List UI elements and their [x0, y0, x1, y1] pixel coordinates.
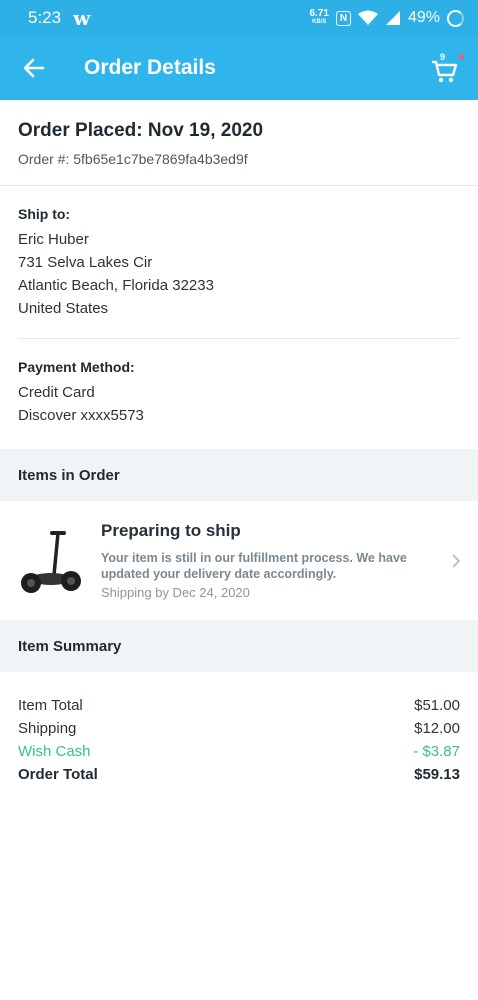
- cart-notification-dot: [459, 54, 464, 59]
- payment-type: Credit Card: [18, 384, 95, 401]
- battery-icon: [447, 9, 464, 27]
- order-item[interactable]: Preparing to ship Your item is still in …: [0, 501, 478, 620]
- order-total-label: Order Total: [18, 766, 98, 783]
- nfc-icon: N: [335, 10, 351, 26]
- summary-wish-cash: Wish Cash - $3.87: [18, 740, 460, 763]
- item-description: Your item is still in our fulfillment pr…: [101, 551, 407, 581]
- item-summary: Item Total $51.00 Shipping $12.00 Wish C…: [0, 672, 478, 786]
- back-button[interactable]: [14, 48, 54, 88]
- shipping-label: Shipping: [18, 720, 77, 737]
- item-status: Preparing to ship: [101, 521, 241, 540]
- ship-to-street: 731 Selva Lakes Cir: [18, 254, 153, 271]
- app-bar: Order Details 9: [0, 36, 478, 100]
- network-speed-unit: KB/S: [312, 19, 327, 25]
- summary-order-total: Order Total $59.13: [18, 763, 460, 786]
- order-placed-date: Order Placed: Nov 19, 2020: [18, 120, 264, 141]
- item-shipping-date: Shipping by Dec 24, 2020: [101, 585, 250, 600]
- item-total-value: $51.00: [414, 697, 460, 714]
- items-in-order-header: Items in Order: [0, 449, 478, 501]
- arrow-left-icon: [23, 58, 45, 78]
- status-icons: 6.71 KB/S N 49%: [310, 9, 464, 27]
- payment-card: Discover xxxx5573: [18, 407, 144, 424]
- wifi-icon: [357, 10, 378, 25]
- payment-method-label: Payment Method:: [18, 359, 135, 375]
- network-speed-value: 6.71: [309, 8, 329, 19]
- network-speed: 6.71 KB/S: [310, 9, 329, 27]
- page-title: Order Details: [84, 56, 216, 79]
- order-number: Order #: 5fb65e1c7be7869fa4b3ed9f: [18, 151, 248, 167]
- item-info: Preparing to ship Your item is still in …: [101, 521, 460, 600]
- signal-icon: [385, 11, 400, 25]
- wish-cash-value: - $3.87: [413, 743, 460, 760]
- product-image: [21, 531, 81, 593]
- summary-shipping: Shipping $12.00: [18, 717, 460, 740]
- cart-button[interactable]: 9: [430, 50, 466, 86]
- cart-count-badge: 9: [440, 52, 446, 62]
- order-header: Order Placed: Nov 19, 2020 Order #: 5fb6…: [0, 100, 478, 186]
- ship-to-label: Ship to:: [18, 206, 71, 222]
- ship-to-name: Eric Huber: [18, 231, 89, 248]
- battery-percent: 49%: [407, 9, 440, 26]
- order-total-value: $59.13: [414, 766, 460, 783]
- payment-section: Payment Method: Credit Card Discover xxx…: [0, 339, 478, 427]
- ship-to-country: United States: [18, 300, 109, 317]
- wish-cash-label: Wish Cash: [18, 743, 91, 760]
- item-total-label: Item Total: [18, 697, 83, 714]
- wish-notification-icon: w: [73, 6, 91, 30]
- summary-item-total: Item Total $51.00: [18, 694, 460, 717]
- status-time: 5:23: [28, 8, 62, 27]
- ship-to-city: Atlantic Beach, Florida 32233: [18, 277, 214, 294]
- shipping-value: $12.00: [414, 720, 460, 737]
- chevron-right-icon: [452, 554, 461, 568]
- ship-to-section: Ship to: Eric Huber 731 Selva Lakes Cir …: [0, 186, 478, 339]
- item-summary-header: Item Summary: [0, 620, 478, 672]
- status-bar: 5:23 w 6.71 KB/S N 49%: [0, 0, 478, 36]
